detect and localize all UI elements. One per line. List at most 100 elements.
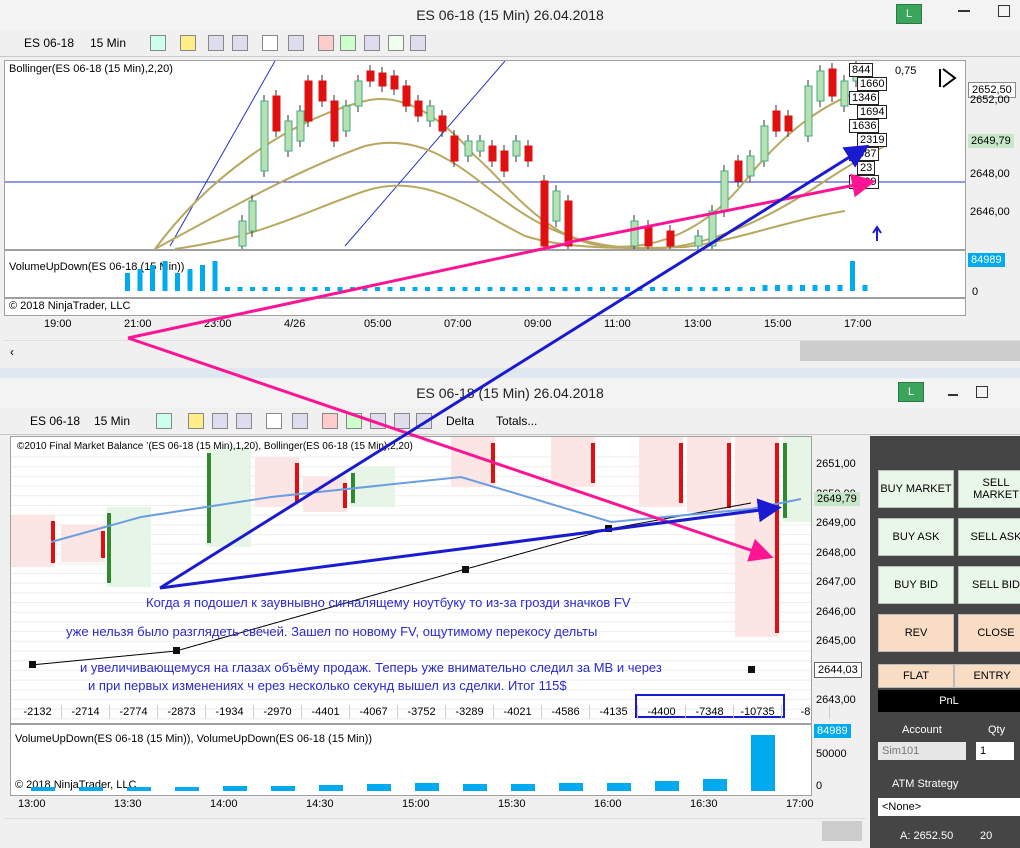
candle — [840, 80, 849, 107]
volume-bar — [662, 287, 668, 291]
candle — [644, 225, 653, 247]
footprint-bar — [295, 463, 299, 503]
delta-cell: -4021 — [494, 705, 542, 719]
dollar-icon[interactable] — [394, 413, 410, 429]
top-volume-panel[interactable]: VolumeUpDown(ES 06-18 (15 Min)) — [4, 250, 966, 298]
footprint-column — [61, 525, 105, 562]
volume-bar — [487, 287, 493, 291]
candle — [500, 150, 509, 172]
delta-cell: -2970 — [254, 705, 302, 719]
top-minimize-button[interactable] — [958, 10, 970, 12]
flat-button[interactable]: FLAT — [878, 664, 954, 688]
volume-bar — [800, 285, 805, 291]
magnifier-icon[interactable] — [288, 35, 304, 51]
volume-bar — [750, 287, 755, 291]
bottom-maximize-button[interactable] — [976, 386, 988, 398]
bar-type-icon[interactable] — [156, 413, 172, 429]
top-scroll-thumb[interactable] — [800, 341, 1020, 361]
indicators-icon[interactable] — [322, 413, 338, 429]
delta-cell: -2774 — [110, 705, 158, 719]
indicators-icon[interactable] — [318, 35, 334, 51]
bar-type-icon[interactable] — [150, 35, 166, 51]
magnifier-icon[interactable] — [292, 413, 308, 429]
top-scrollbar[interactable]: ‹ — [4, 340, 1020, 363]
pencil-icon[interactable] — [188, 413, 204, 429]
buy-bid-button[interactable]: BUY BID — [878, 566, 954, 604]
time-tick: 15:00 — [402, 798, 430, 810]
volume-bar — [437, 287, 443, 291]
volume-bar — [812, 285, 818, 291]
close-button[interactable]: CLOSE — [958, 614, 1020, 652]
top-link-button[interactable]: L — [896, 4, 922, 24]
pencil-icon[interactable] — [180, 35, 196, 51]
volume-bar — [162, 261, 168, 291]
bottom-link-button[interactable]: L — [898, 382, 924, 402]
volume-bar — [79, 787, 103, 791]
entry-button[interactable]: ENTRY — [954, 664, 1020, 688]
delta-selector[interactable]: Delta — [446, 412, 474, 430]
account-select[interactable]: Sim101 — [878, 742, 966, 760]
zoom-out-icon[interactable] — [236, 413, 252, 429]
candle — [272, 95, 281, 132]
bottom-instrument-selector[interactable]: ES 06-18 — [30, 412, 80, 430]
time-tick: 16:30 — [690, 798, 718, 810]
bottom-title-bar: ES 06-18 (15 Min) 26.04.2018 L — [0, 378, 1020, 408]
footprint-bar — [783, 443, 787, 518]
chart-trader-icon[interactable] — [364, 35, 380, 51]
bottom-scroll-thumb[interactable] — [822, 821, 862, 841]
sell-ask-button[interactable]: SELL ASK — [958, 518, 1020, 556]
properties-icon[interactable] — [410, 35, 426, 51]
strategies-icon[interactable] — [346, 413, 362, 429]
volume-bar — [550, 287, 555, 291]
volume-bar — [762, 285, 768, 291]
volume-bar — [412, 287, 418, 291]
delta-cell: -4135 — [590, 705, 638, 719]
candle — [708, 210, 717, 247]
properties-icon[interactable] — [416, 413, 432, 429]
volume-bar — [362, 287, 368, 291]
bottom-interval-selector[interactable]: 15 Min — [94, 412, 130, 430]
zoom-out-icon[interactable] — [232, 35, 248, 51]
crosshair-icon[interactable] — [266, 413, 282, 429]
sell-bid-button[interactable]: SELL BID — [958, 566, 1020, 604]
top-interval-selector[interactable]: 15 Min — [90, 34, 126, 52]
time-tick: 13:00 — [18, 798, 46, 810]
totals-selector[interactable]: Totals... — [496, 412, 537, 430]
volume-bar — [600, 287, 605, 291]
play-icon[interactable] — [939, 68, 957, 88]
atm-strategy-select[interactable]: <None> — [878, 798, 1020, 816]
rev-button[interactable]: REV — [878, 614, 954, 652]
scroll-left-icon[interactable]: ‹ — [10, 345, 14, 359]
strategies-icon[interactable] — [340, 35, 356, 51]
delta-cell: -2132 — [14, 705, 62, 719]
chart-trader-icon[interactable] — [370, 413, 386, 429]
buy-market-button[interactable]: BUY MARKET — [878, 470, 954, 508]
volume-bar — [787, 285, 793, 291]
volume-bar — [250, 287, 255, 291]
top-maximize-button[interactable] — [998, 5, 1010, 17]
mb-point — [748, 666, 755, 673]
price-tick: 2645,00 — [816, 635, 856, 647]
top-price-panel[interactable]: Bollinger(ES 06-18 (15 Min),2,20) 844 166… — [4, 60, 966, 250]
bottom-volume-panel[interactable]: VolumeUpDown(ES 06-18 (15 Min)), VolumeU… — [10, 724, 812, 796]
qty-input[interactable]: 1 — [976, 742, 1014, 760]
candle — [694, 235, 703, 247]
time-tick: 13:00 — [684, 318, 712, 330]
zoom-in-icon[interactable] — [212, 413, 228, 429]
fv-label: 2189 — [849, 175, 880, 189]
footprint-column — [303, 477, 347, 512]
buy-ask-button[interactable]: BUY ASK — [878, 518, 954, 556]
top-price-axis: 2652,50 2652,00 2649,79 2648,00 2646,00 — [966, 60, 1020, 250]
crosshair-icon[interactable] — [262, 35, 278, 51]
bottom-minimize-button[interactable] — [948, 394, 958, 396]
sell-market-button[interactable]: SELL MARKET — [958, 470, 1020, 508]
top-instrument-selector[interactable]: ES 06-18 — [24, 34, 74, 52]
volume-bar — [175, 787, 199, 791]
dollar-icon[interactable] — [388, 35, 404, 51]
bottom-scrollbar[interactable] — [4, 818, 866, 843]
zoom-in-icon[interactable] — [208, 35, 224, 51]
top-price-chart — [5, 61, 965, 249]
volume-bar — [415, 783, 439, 791]
candle — [450, 135, 459, 162]
volume-bar — [462, 287, 468, 291]
